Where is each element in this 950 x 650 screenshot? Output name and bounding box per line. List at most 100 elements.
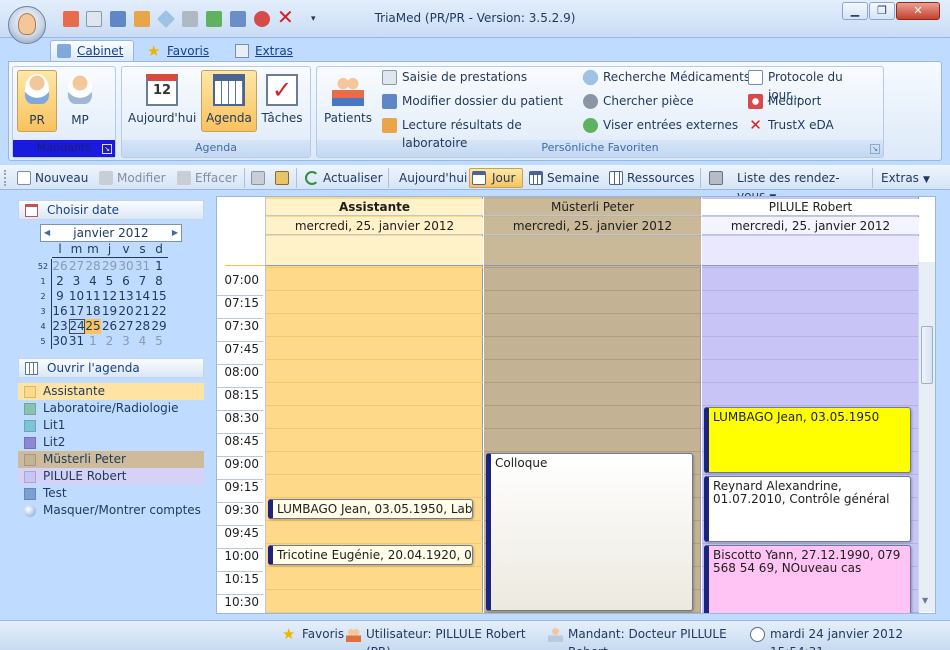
agenda-item[interactable]: Lit2 bbox=[18, 434, 204, 451]
date-cell[interactable]: 28 bbox=[85, 259, 101, 274]
toolbar-ressources-button[interactable]: Ressources bbox=[606, 168, 696, 188]
date-cell[interactable]: 18 bbox=[85, 304, 101, 319]
datepicker-header[interactable]: Choisir date bbox=[18, 200, 204, 220]
toolbar-nouveau-button[interactable]: Nouveau bbox=[14, 168, 90, 188]
date-cell[interactable]: 10 bbox=[69, 289, 85, 304]
date-cell[interactable]: 4 bbox=[85, 274, 101, 289]
fav-recherche-medicaments[interactable]: Recherche Médicaments bbox=[579, 66, 751, 89]
application-orb-button[interactable] bbox=[8, 6, 46, 44]
date-cell[interactable]: 12 bbox=[102, 289, 118, 304]
date-cell[interactable]: 27 bbox=[69, 259, 85, 274]
scroll-down-arrow[interactable]: ▼ bbox=[922, 596, 928, 605]
scrollbar-thumb[interactable] bbox=[921, 326, 933, 384]
agenda-item[interactable]: Masquer/Montrer comptes bbox=[18, 502, 204, 519]
all-day-area[interactable] bbox=[702, 236, 919, 266]
date-cell[interactable]: 29 bbox=[151, 319, 167, 334]
tab-cabinet[interactable]: Cabinet bbox=[50, 40, 134, 62]
fav-chercher-piece[interactable]: Chercher pièce bbox=[581, 92, 751, 112]
fav-mediport[interactable]: Mediport bbox=[746, 92, 880, 112]
patients-button[interactable]: Patients bbox=[322, 70, 374, 132]
fav-protocole-du-jour[interactable]: Protocole du jour... bbox=[746, 68, 880, 102]
fav-trustx-eda[interactable]: ✕ TrustX eDA bbox=[746, 116, 880, 136]
status-favoris[interactable]: ★ Favoris bbox=[282, 625, 344, 643]
date-cell[interactable]: 16 bbox=[52, 304, 68, 319]
favorites-dialog-launcher-icon[interactable]: ↘ bbox=[870, 144, 880, 154]
agenda-item[interactable]: Laboratoire/Radiologie bbox=[18, 400, 204, 417]
toolbar-aujourdhui-button[interactable]: Aujourd'hui bbox=[392, 168, 467, 188]
date-cell[interactable]: 13 bbox=[118, 289, 134, 304]
date-cell[interactable]: 2 bbox=[102, 334, 118, 349]
date-cell[interactable]: 3 bbox=[69, 274, 85, 289]
date-cell[interactable]: 27 bbox=[118, 319, 134, 334]
minimize-button[interactable]: ▁ bbox=[842, 2, 868, 20]
toolbar-liste-dropdown[interactable]: Liste des rendez-vous▼ bbox=[732, 168, 868, 203]
agenda-item[interactable]: Müsterli Peter bbox=[18, 451, 204, 468]
agenda-item[interactable]: PILULE Robert bbox=[18, 468, 204, 485]
date-cell[interactable]: 1 bbox=[151, 259, 167, 274]
agenda-item[interactable]: Lit1 bbox=[18, 417, 204, 434]
date-cell[interactable]: 5 bbox=[151, 334, 167, 349]
agendas-header[interactable]: Ouvrir l'agenda bbox=[18, 358, 204, 378]
agenda-item[interactable]: Test bbox=[18, 485, 204, 502]
date-cell[interactable]: 30 bbox=[52, 334, 68, 349]
mandant-pr-button[interactable]: PR bbox=[17, 70, 57, 132]
date-cell[interactable]: 20 bbox=[118, 304, 134, 319]
toolbar-extras-dropdown[interactable]: Extras ▼ bbox=[876, 168, 930, 188]
today-button[interactable]: 12 Aujourd'hui bbox=[127, 70, 197, 132]
date-cell[interactable]: 5 bbox=[102, 274, 118, 289]
date-cell[interactable]: 21 bbox=[135, 304, 151, 319]
close-button[interactable]: ✕ bbox=[896, 2, 940, 20]
toolbar-copy-button[interactable] bbox=[248, 168, 270, 188]
appointment[interactable]: Biscotto Yann, 27.12.1990, 079 568 54 69… bbox=[704, 545, 911, 613]
date-cell[interactable]: 23 bbox=[52, 319, 68, 334]
date-cell[interactable]: 7 bbox=[135, 274, 151, 289]
date-cell[interactable]: 17 bbox=[69, 304, 85, 319]
date-cell[interactable]: 1 bbox=[85, 334, 101, 349]
date-cell[interactable]: 22 bbox=[151, 304, 167, 319]
date-cell[interactable]: 14 bbox=[135, 289, 151, 304]
fav-saisie-prestations[interactable]: Saisie de prestations bbox=[380, 68, 570, 88]
date-cell[interactable]: 24 bbox=[68, 319, 85, 334]
appointment[interactable]: LUMBAGO Jean, 03.05.1950 bbox=[704, 407, 911, 473]
toolbar-grip[interactable] bbox=[4, 170, 7, 186]
date-cell[interactable]: 3 bbox=[118, 334, 134, 349]
fav-lecture-resultats[interactable]: Lecture résultats de laboratoire bbox=[380, 116, 580, 150]
date-cell[interactable]: 26 bbox=[52, 259, 68, 274]
toolbar-jour-button[interactable]: Jour bbox=[469, 168, 523, 188]
date-cell[interactable]: 15 bbox=[151, 289, 167, 304]
date-cell[interactable]: 31 bbox=[135, 259, 151, 274]
date-cell[interactable]: 30 bbox=[118, 259, 134, 274]
appointment[interactable]: Colloque bbox=[486, 453, 693, 611]
toolbar-modifier-button[interactable]: Modifier bbox=[96, 168, 168, 188]
tab-favoris[interactable]: ★ Favoris bbox=[140, 40, 220, 62]
date-cell[interactable]: 25 bbox=[85, 319, 101, 334]
all-day-area[interactable] bbox=[266, 236, 483, 266]
fav-viser-entrees[interactable]: Viser entrées externes bbox=[581, 116, 751, 136]
mandants-dialog-launcher-icon[interactable]: ↘ bbox=[102, 144, 112, 154]
appointment[interactable]: Tricotine Eugénie, 20.04.1920, 021 861 bbox=[268, 545, 473, 565]
date-cell[interactable]: 11 bbox=[85, 289, 101, 304]
appointment[interactable]: Reynard Alexandrine, 01.07.2010, Contrôl… bbox=[704, 476, 911, 542]
vertical-scrollbar[interactable]: ▼ bbox=[918, 262, 935, 612]
toolbar-semaine-button[interactable]: Semaine bbox=[526, 168, 600, 188]
agenda-button[interactable]: Agenda bbox=[201, 70, 257, 132]
toolbar-effacer-button[interactable]: Effacer bbox=[174, 168, 240, 188]
toolbar-paste-button[interactable] bbox=[272, 168, 294, 188]
fav-modifier-dossier[interactable]: Modifier dossier du patient bbox=[380, 92, 570, 112]
date-cell[interactable]: 28 bbox=[135, 319, 151, 334]
toolbar-print-button[interactable] bbox=[706, 168, 728, 188]
date-cell[interactable]: 4 bbox=[135, 334, 151, 349]
date-cell[interactable]: 26 bbox=[102, 319, 118, 334]
maximize-button[interactable]: ❐ bbox=[869, 2, 895, 20]
all-day-area[interactable] bbox=[484, 236, 701, 266]
date-cell[interactable]: 8 bbox=[151, 274, 167, 289]
date-cell[interactable]: 2 bbox=[52, 274, 68, 289]
toolbar-actualiser-button[interactable]: Actualiser bbox=[302, 168, 384, 188]
date-cell[interactable]: 9 bbox=[52, 289, 68, 304]
appointment[interactable]: LUMBAGO Jean, 03.05.1950, Labo bbox=[268, 499, 473, 519]
date-cell[interactable]: 6 bbox=[118, 274, 134, 289]
prev-month-arrow[interactable]: ◀ bbox=[44, 225, 50, 241]
next-month-arrow[interactable]: ▶ bbox=[172, 225, 178, 241]
date-cell[interactable]: 19 bbox=[102, 304, 118, 319]
tab-extras[interactable]: Extras bbox=[228, 40, 302, 62]
